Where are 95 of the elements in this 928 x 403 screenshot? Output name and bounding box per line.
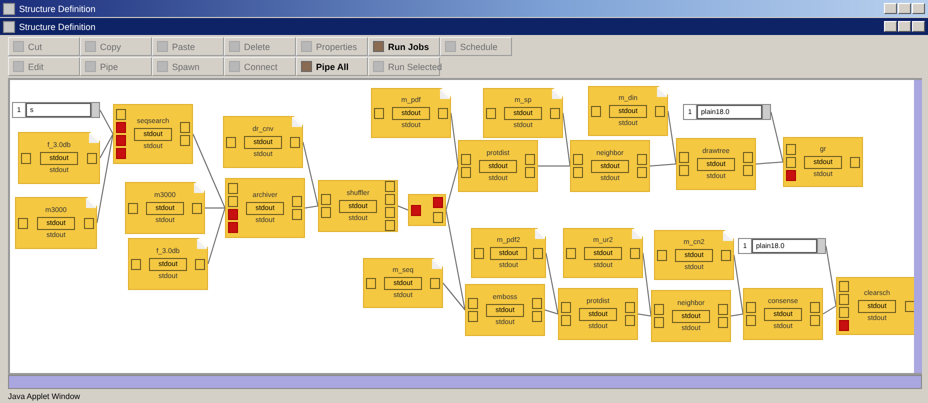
window-title: Structure Definition xyxy=(19,4,97,14)
port-icon[interactable] xyxy=(226,136,236,148)
maximize-button[interactable] xyxy=(898,3,911,14)
port-icon[interactable] xyxy=(630,248,640,258)
port-icon[interactable] xyxy=(385,207,395,218)
port-icon[interactable] xyxy=(679,165,689,176)
port-icon[interactable] xyxy=(21,152,31,164)
port-icon[interactable] xyxy=(746,315,756,326)
vertical-scrollbar[interactable] xyxy=(914,80,922,373)
port-icon[interactable] xyxy=(566,248,576,258)
port-icon[interactable] xyxy=(839,281,849,292)
horizontal-scrollbar[interactable] xyxy=(8,375,922,389)
port-icon[interactable] xyxy=(654,317,664,328)
port-icon[interactable] xyxy=(180,122,190,133)
port-icon[interactable] xyxy=(532,298,542,309)
port-icon[interactable] xyxy=(679,152,689,163)
port-icon[interactable] xyxy=(810,302,820,313)
port-icon[interactable] xyxy=(591,106,601,116)
port-icon[interactable] xyxy=(385,181,395,192)
port-icon[interactable] xyxy=(657,250,667,260)
close-button[interactable] xyxy=(912,3,925,14)
port-icon[interactable] xyxy=(786,170,796,180)
port-icon[interactable] xyxy=(468,298,478,309)
port-icon[interactable] xyxy=(625,302,635,313)
port-icon[interactable] xyxy=(292,196,302,207)
port-icon[interactable] xyxy=(721,250,731,260)
port-icon[interactable] xyxy=(290,136,300,148)
port-icon[interactable] xyxy=(228,183,238,194)
port-icon[interactable] xyxy=(433,212,443,223)
close-button[interactable] xyxy=(912,21,925,32)
port-icon[interactable] xyxy=(718,317,728,328)
port-icon[interactable] xyxy=(743,165,753,176)
port-icon[interactable] xyxy=(839,294,849,305)
status-text: Java Applet Window xyxy=(8,392,80,400)
port-icon[interactable] xyxy=(321,207,331,218)
app-icon xyxy=(3,2,15,14)
joiner-node[interactable] xyxy=(408,194,446,226)
port-icon[interactable] xyxy=(550,108,560,118)
port-icon[interactable] xyxy=(850,156,860,168)
port-icon[interactable] xyxy=(637,167,647,178)
toolbar-button[interactable]: Run Jobs xyxy=(368,37,440,56)
maximize-button[interactable] xyxy=(898,21,911,32)
port-icon[interactable] xyxy=(637,154,647,165)
port-icon[interactable] xyxy=(655,106,665,116)
port-icon[interactable] xyxy=(743,152,753,163)
port-icon[interactable] xyxy=(573,154,583,165)
spinner-icon[interactable] xyxy=(817,239,825,253)
port-icon[interactable] xyxy=(438,108,448,118)
port-icon[interactable] xyxy=(366,278,376,288)
port-icon[interactable] xyxy=(654,304,664,315)
toolbar-button[interactable]: Pipe All xyxy=(296,57,368,76)
spinner-icon[interactable] xyxy=(762,105,770,119)
port-icon[interactable] xyxy=(430,278,440,288)
port-icon[interactable] xyxy=(131,258,141,270)
port-icon[interactable] xyxy=(84,218,94,228)
port-icon[interactable] xyxy=(525,167,535,178)
port-icon[interactable] xyxy=(810,315,820,326)
port-icon[interactable] xyxy=(385,194,395,205)
port-icon[interactable] xyxy=(573,167,583,178)
app-icon xyxy=(3,20,15,32)
port-icon[interactable] xyxy=(718,304,728,315)
port-icon[interactable] xyxy=(180,135,190,146)
port-icon[interactable] xyxy=(461,154,471,165)
port-icon[interactable] xyxy=(461,167,471,178)
port-icon[interactable] xyxy=(525,154,535,165)
port-icon[interactable] xyxy=(561,302,571,313)
port-icon[interactable] xyxy=(292,209,302,220)
window-title: Structure Definition xyxy=(19,22,97,32)
port-icon[interactable] xyxy=(786,156,796,168)
minimize-button[interactable] xyxy=(884,3,897,14)
port-icon[interactable] xyxy=(192,202,202,214)
port-icon[interactable] xyxy=(411,204,421,216)
port-icon[interactable] xyxy=(561,315,571,326)
port-icon[interactable] xyxy=(195,258,205,270)
port-icon[interactable] xyxy=(625,315,635,326)
port-icon[interactable] xyxy=(746,302,756,313)
port-icon[interactable] xyxy=(786,144,796,154)
port-icon[interactable] xyxy=(228,196,238,207)
port-icon[interactable] xyxy=(321,194,331,205)
port-icon[interactable] xyxy=(128,202,138,214)
port-icon[interactable] xyxy=(905,300,914,312)
connector-line xyxy=(398,206,408,210)
port-icon[interactable] xyxy=(486,108,496,118)
port-icon[interactable] xyxy=(839,307,849,318)
port-icon[interactable] xyxy=(385,220,395,231)
port-icon[interactable] xyxy=(18,218,28,228)
port-icon[interactable] xyxy=(474,248,484,258)
port-icon[interactable] xyxy=(116,109,126,120)
port-icon[interactable] xyxy=(87,152,97,164)
spinner-icon[interactable] xyxy=(91,103,99,117)
port-icon[interactable] xyxy=(374,108,384,118)
port-icon[interactable] xyxy=(468,311,478,322)
port-icon[interactable] xyxy=(533,248,543,258)
port-icon[interactable] xyxy=(532,311,542,322)
minimize-button[interactable] xyxy=(884,21,897,32)
